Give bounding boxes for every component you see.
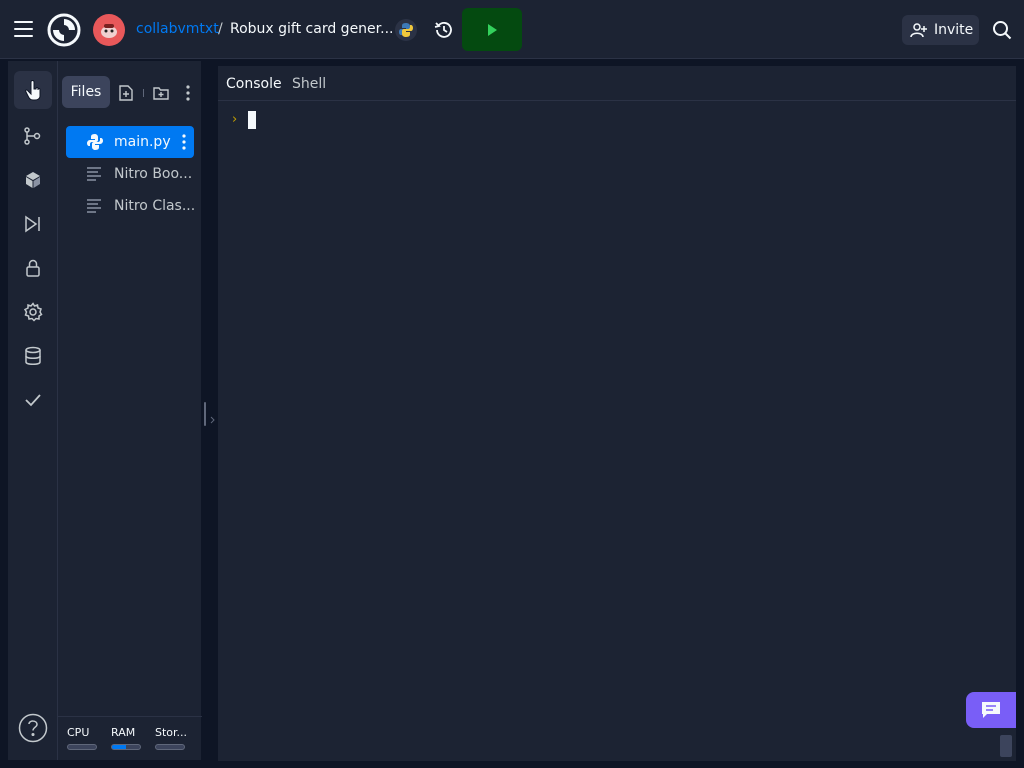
repl-title[interactable]: Robux gift card gener... [230, 21, 394, 37]
top-bar: collabvmtxt / Robux gift card gener... I… [0, 0, 1024, 59]
sidebar-nav [8, 61, 57, 760]
sidebar-item-tests[interactable] [14, 381, 52, 419]
new-folder-icon[interactable] [153, 85, 169, 101]
chat-icon [982, 702, 1000, 718]
file-name: Nitro Clas... [114, 198, 196, 214]
file-item-nitro-classic[interactable]: Nitro Clas... [66, 190, 196, 222]
python-language-icon[interactable] [395, 19, 417, 41]
debugger-icon [25, 215, 40, 233]
divider [143, 89, 144, 97]
lock-icon [26, 259, 40, 277]
sidebar-item-secrets[interactable] [14, 249, 52, 287]
sidebar-item-packages[interactable] [14, 161, 52, 199]
file-item-main-py[interactable]: main.py [66, 126, 194, 158]
tab-console[interactable]: Console [226, 76, 282, 92]
resources-divider [58, 716, 202, 717]
file-item-nitro-boost[interactable]: Nitro Boo... [66, 158, 194, 190]
console-output[interactable]: › [218, 100, 1016, 761]
files-pane: Files main.py Nitro Boo... Nitro Clas...… [57, 61, 202, 760]
ram-usage-bar [111, 744, 141, 750]
sidebar-item-version-control[interactable] [14, 117, 52, 155]
search-icon[interactable] [992, 20, 1012, 40]
invite-button[interactable]: Invite [902, 15, 979, 45]
sidebar-item-settings[interactable] [14, 293, 52, 331]
storage-usage-bar [155, 744, 185, 750]
invite-label: Invite [934, 22, 974, 38]
text-file-icon [86, 199, 102, 217]
database-icon [25, 346, 41, 365]
add-user-icon [910, 23, 927, 38]
panel-resize-handle[interactable] [204, 402, 206, 426]
packages-icon [26, 172, 40, 188]
console-prompt: › [232, 112, 238, 127]
tab-files[interactable]: Files [62, 76, 110, 108]
python-file-icon [86, 133, 104, 155]
cpu-label: CPU [67, 726, 90, 739]
console-cursor [248, 111, 256, 129]
file-menu-icon[interactable] [182, 134, 186, 154]
storage-label: Stor... [155, 726, 188, 739]
sidebar-item-database[interactable] [14, 337, 52, 375]
new-file-icon[interactable] [119, 85, 133, 101]
version-control-icon [24, 127, 41, 145]
breadcrumb-separator: / [218, 21, 223, 37]
chevron-right-icon[interactable] [210, 409, 216, 428]
files-icon [25, 80, 41, 101]
text-file-icon [86, 167, 102, 185]
scrollbar[interactable] [1000, 735, 1012, 757]
menu-icon[interactable] [14, 21, 33, 37]
run-button[interactable] [462, 8, 522, 51]
history-icon[interactable] [433, 19, 455, 41]
file-name: Nitro Boo... [114, 166, 193, 182]
sidebar-item-files[interactable] [14, 71, 52, 109]
checkmark-icon [25, 394, 41, 407]
help-icon [18, 713, 48, 743]
sidebar-item-debugger[interactable] [14, 205, 52, 243]
cpu-usage-bar [67, 744, 97, 750]
chat-button[interactable] [966, 692, 1016, 728]
avatar[interactable] [93, 14, 125, 46]
tab-shell[interactable]: Shell [292, 76, 326, 92]
replit-logo-icon[interactable] [47, 13, 81, 47]
more-options-icon[interactable] [186, 85, 190, 101]
breadcrumb-user-link[interactable]: collabvmtxt [136, 21, 219, 37]
file-name: main.py [114, 134, 171, 150]
sidebar-item-help[interactable] [14, 709, 52, 747]
ram-label: RAM [111, 726, 136, 739]
gear-icon [23, 302, 43, 322]
play-icon [488, 23, 497, 36]
workspace-pane: Console Shell › [218, 66, 1016, 761]
